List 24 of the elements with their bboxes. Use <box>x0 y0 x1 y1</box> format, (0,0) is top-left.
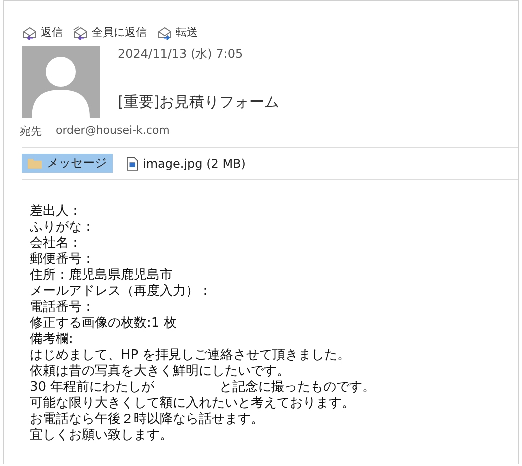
body-text-line: はじめまして、HP を拝見しご連絡させて頂きました。 <box>30 348 352 364</box>
body-text-line: 30 年程前にわたしが と記念に撮ったものです。 <box>30 380 377 396</box>
message-subject: [重要]お見積りフォーム <box>118 93 280 112</box>
body-text-line: 可能な限り大きくして額に入れたいと考えております。 <box>30 396 356 412</box>
body-text-line: 郵便番号： <box>30 252 96 268</box>
body-text-line: お電話なら午後２時以降なら話せます。 <box>30 412 265 428</box>
body-text-line: メールアドレス（再度入力）： <box>30 284 213 300</box>
body-text-line: 備考欄: <box>30 332 74 348</box>
attachment-tab[interactable]: image.jpg (2 MB) <box>121 154 252 173</box>
body-text-line: 修正する画像の枚数:1 枚 <box>30 316 178 332</box>
recipient-label: 宛先 <box>20 124 42 139</box>
body-text-line: 宜しくお願い致します。 <box>30 428 174 444</box>
recipient-address: order@housei-k.com <box>56 124 170 139</box>
body-text-line: 差出人： <box>30 204 83 220</box>
body-text-line: 依頼は昔の写真を大きく鮮明にしたいです。 <box>30 364 291 380</box>
message-date: 2024/11/13 (水) 7:05 <box>118 46 244 63</box>
body-text-line: 住所：鹿児島県鹿児島市 <box>30 268 174 284</box>
body-text-line: ふりがな： <box>30 220 96 236</box>
body-text-line: 会社名： <box>30 236 83 252</box>
action-button[interactable]: 返信 <box>22 25 63 40</box>
attachment-tab[interactable]: メッセージ <box>22 154 113 173</box>
action-button[interactable]: 全員に返信 <box>73 25 147 40</box>
action-button[interactable]: 転送 <box>157 25 198 40</box>
body-text-line: 電話番号： <box>30 300 96 316</box>
